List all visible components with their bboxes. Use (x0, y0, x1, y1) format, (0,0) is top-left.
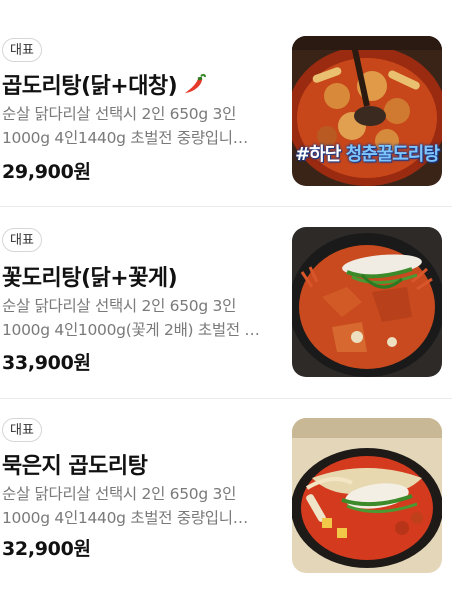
menu-description: 순살 닭다리살 선택시 2인 650g 3인 1000g 4인1440g 초벌전… (2, 482, 274, 530)
menu-name: 꽃도리탕(닭+꽃게) (2, 266, 178, 291)
menu-description: 순살 닭다리살 선택시 2인 650g 3인 1000g 4인1000g(꽃게 … (2, 294, 274, 342)
menu-item-kkotdoritang[interactable]: 대표 꽃도리탕(닭+꽃게) 순살 닭다리살 선택시 2인 650g 3인 100… (0, 208, 452, 398)
menu-thumbnail[interactable] (292, 418, 442, 573)
signature-badge: 대표 (2, 418, 42, 442)
image-caption: #하단 청춘꿀도리탕 (292, 140, 442, 166)
menu-description: 순살 닭다리살 선택시 2인 650g 3인 1000g 4인1440g 초벌전… (2, 102, 274, 150)
signature-badge: 대표 (2, 38, 42, 62)
menu-thumbnail[interactable] (292, 227, 442, 377)
menu-item-gopdoritang[interactable]: 대표 곱도리탕(닭+대창) 순살 닭다리살 선택시 2인 650g 3인 100… (0, 18, 452, 208)
menu-price: 32,900원 (2, 538, 91, 560)
image-caption-tag: #하단 (295, 144, 341, 165)
menu-description-line: 1000g 4인1440g 초벌전 중량입니… (2, 509, 248, 527)
menu-name-text: 곱도리탕(닭+대창) (2, 74, 178, 99)
menu-item-info: 대표 묵은지 곱도리탕 순살 닭다리살 선택시 2인 650g 3인 1000g… (2, 400, 278, 590)
menu-description-line: 1000g 4인1000g(꽃게 2배) 초벌전 … (2, 321, 260, 339)
chili-pepper-icon (181, 72, 207, 102)
item-divider (0, 398, 452, 399)
menu-description-line: 순살 닭다리살 선택시 2인 650g 3인 (2, 485, 237, 503)
item-divider (0, 206, 452, 207)
image-caption-brand: 청춘꿀도리탕 (345, 144, 440, 165)
menu-item-info: 대표 꽃도리탕(닭+꽃게) 순살 닭다리살 선택시 2인 650g 3인 100… (2, 208, 278, 398)
menu-thumbnail[interactable]: #하단 청춘꿀도리탕 (292, 36, 442, 186)
menu-name: 묵은지 곱도리탕 (2, 454, 148, 479)
menu-description-line: 1000g 4인1440g 초벌전 중량입니… (2, 129, 248, 147)
menu-price: 29,900원 (2, 161, 91, 183)
menu-item-mugeunji-gopdoritang[interactable]: 대표 묵은지 곱도리탕 순살 닭다리살 선택시 2인 650g 3인 1000g… (0, 400, 452, 590)
signature-badge: 대표 (2, 228, 42, 252)
menu-name: 곱도리탕(닭+대창) (2, 68, 207, 102)
menu-price: 33,900원 (2, 352, 91, 374)
menu-description-line: 순살 닭다리살 선택시 2인 650g 3인 (2, 297, 237, 315)
menu-description-line: 순살 닭다리살 선택시 2인 650g 3인 (2, 105, 237, 123)
menu-item-info: 대표 곱도리탕(닭+대창) 순살 닭다리살 선택시 2인 650g 3인 100… (2, 18, 278, 208)
menu-list: 대표 곱도리탕(닭+대창) 순살 닭다리살 선택시 2인 650g 3인 100… (0, 0, 452, 573)
